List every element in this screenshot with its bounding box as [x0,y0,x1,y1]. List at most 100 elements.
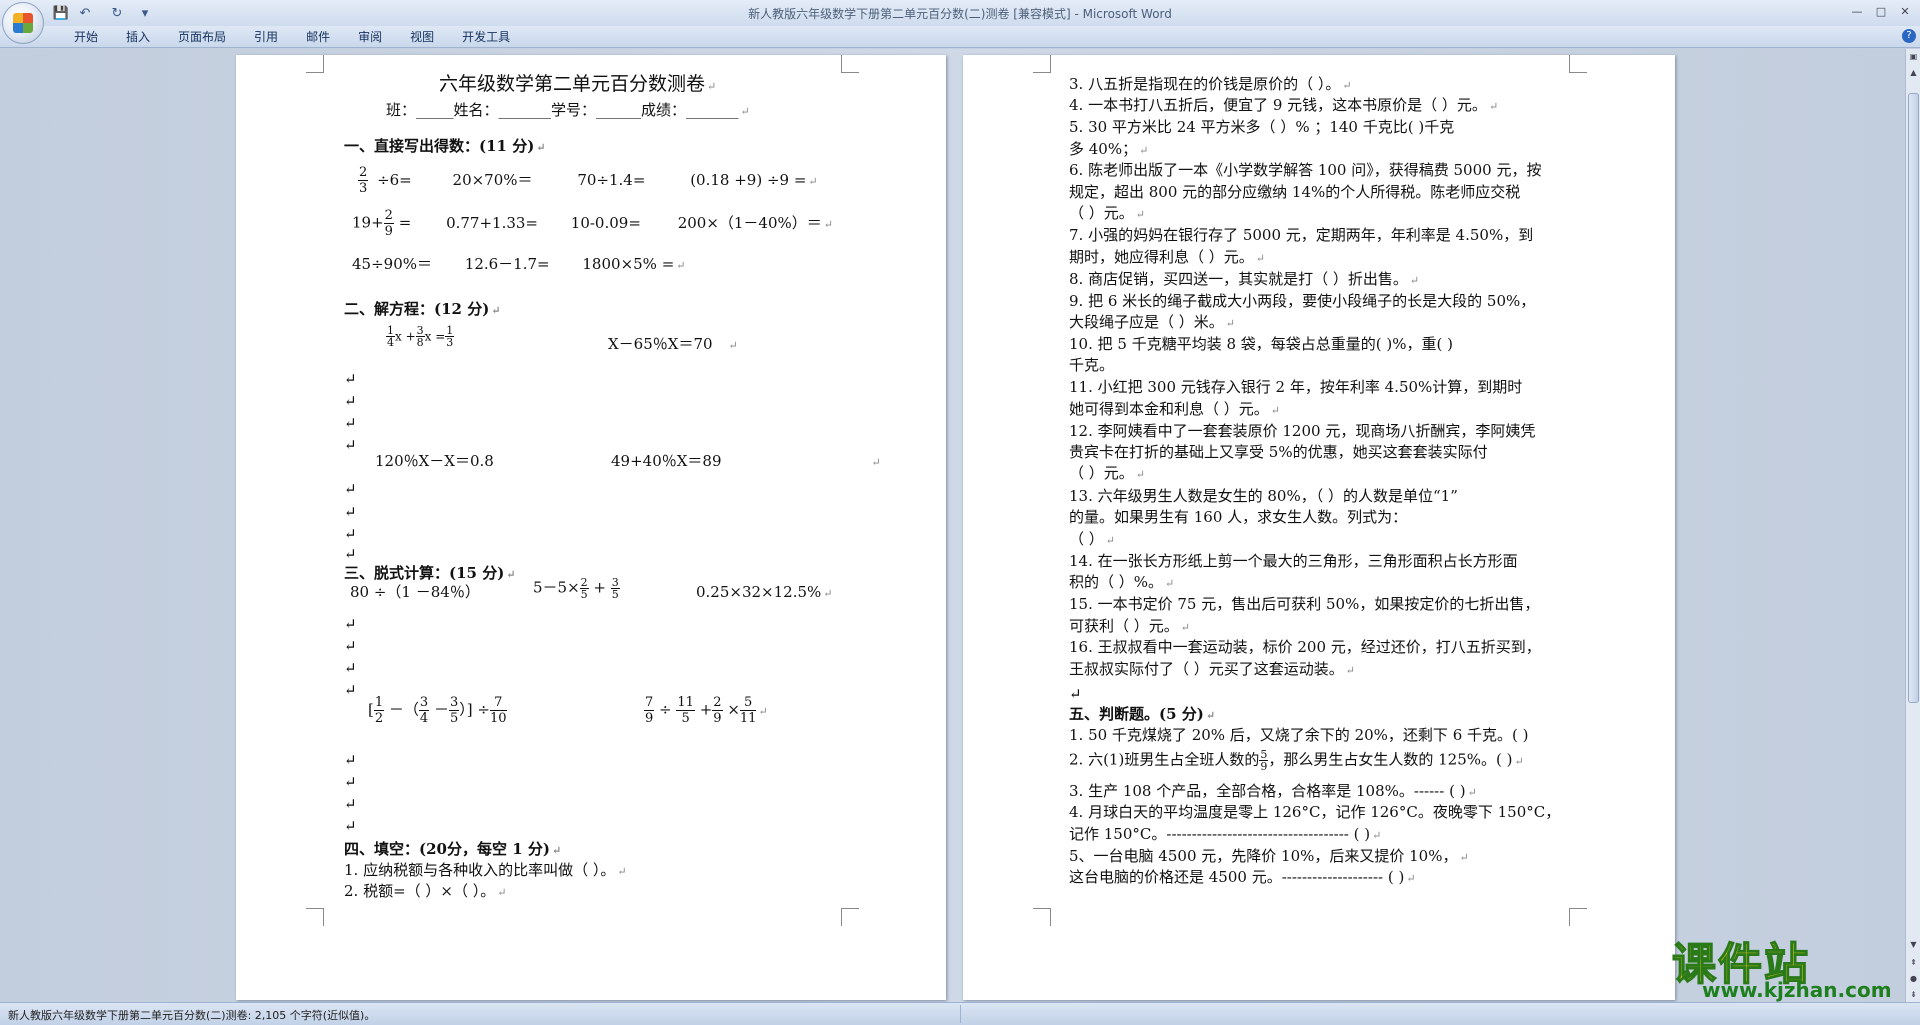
blank-line: ↵ [344,681,357,699]
document-page-2[interactable]: 3. 八五折是指现在的价钱是原价的（ ）。 ↵ 4. 一本书打八五折后，便宜了 9… [963,55,1675,1000]
blank-line: ↵ [344,659,357,677]
fill-question-line: 贵宾卡在打折的基础上又享受 5%的优惠，她买这套套装实际付 [1069,443,1488,461]
section-3-heading: 三、脱式计算：(15 分) ↵ [344,564,516,582]
equation-3: 120％X－X＝0.8 [375,452,494,470]
fill-question-line: 10. 把 5 千克糖平均装 8 袋，每袋占总重量的( )%，重( ) [1069,335,1453,353]
judge-question-4: 4. 月球白天的平均温度是零上 126°C，记作 126°C。夜晚零下 150°… [1069,803,1561,821]
fraction: 29 [383,208,394,239]
fraction: 29 [712,695,723,726]
fill-question-line: 13. 六年级男生人数是女生的 80%，（ ）的人数是单位“1” [1069,487,1458,505]
tab-page-layout[interactable]: 页面布局 [164,29,240,45]
status-text[interactable]: 新人教版六年级数学下册第二单元百分数(二)测卷: 2,105 个字符(近似值)。 [8,1007,375,1023]
next-page-icon[interactable]: ⇟ [1908,989,1919,1001]
fill-question-line: 规定，超出 800 元的部分应缴纳 14%的个人所得税。陈老师应交税 [1069,183,1521,201]
fraction: 23 [358,165,369,196]
tab-home[interactable]: 开始 [60,29,112,45]
blank-line: ↵ [344,525,357,543]
fraction: 79 [644,695,655,726]
fill-question-line: 12. 李阿姨看中了一套套装原价 1200 元，现商场八折酬宾，李阿姨凭 [1069,422,1536,440]
calc-row-2: 19+ 2 9 = 0.77+1.33= 10-0.09= 200×（1－40%）＝… [352,208,833,239]
blank-line: ↵ [344,773,357,791]
crop-mark [841,908,859,926]
equation-2: X－65％X＝70 ↵ [608,335,738,353]
crop-mark [1033,908,1051,926]
fill-question-line: 4. 一本书打八五折后，便宜了 9 元钱，这本书原价是（ ）元。 ↵ [1069,96,1499,114]
fill-question-2: 2. 税额=（ ）×（ ）。 ↵ [344,882,507,900]
site-watermark: 课件站 www.kjzhan.com [1671,928,1902,1002]
tab-references[interactable]: 引用 [240,29,292,45]
judge-question-2: 2. 六(1)班男生占全班人数的 5 9 ，那么男生占女生人数的 125%。( ) ↵ [1069,748,1524,773]
blank-line: ↵ [344,751,357,769]
document-workspace: 六年级数学第二单元百分数测卷 ↵ 班：_____姓名：_______学号：____… [0,49,1905,1002]
section-5-heading: 五、判断题。(5 分) ↵ [1069,705,1216,723]
ribbon-tabs: 开始 插入 页面布局 引用 邮件 审阅 视图 开发工具 [60,29,524,45]
crop-mark [1033,55,1051,73]
document-page-1[interactable]: 六年级数学第二单元百分数测卷 ↵ 班：_____姓名：_______学号：____… [236,55,946,1000]
fraction: 12 [373,695,385,726]
minimize-button[interactable]: — [1846,2,1868,20]
section-4-heading: 四、填空：(20分，每空 1 分) ↵ [344,840,562,858]
fill-question-line: 11. 小红把 300 元钱存入银行 2 年，按年利率 4.50%计算，到期时 [1069,378,1523,396]
tab-insert[interactable]: 插入 [112,29,164,45]
expression-3: 0.25×32×12.5% ↵ [696,583,833,601]
fill-question-line: 3. 八五折是指现在的价钱是原价的（ ）。 ↵ [1069,75,1352,93]
fill-question-line: 可获利（ ）元。 ↵ [1069,617,1190,635]
calc-row-1: 23 ÷6= 20×70%＝ 70÷1.4= (0.18 +9) ÷9 = ↵ [358,165,818,196]
tab-review[interactable]: 审阅 [344,29,396,45]
status-bar: 新人教版六年级数学下册第二单元百分数(二)测卷: 2,105 个字符(近似值)。 [0,1002,1920,1025]
expression-4: [1 2 －（ 3 4 － 3 5）] ÷ 7 10 [368,695,507,726]
fraction: 35 [610,576,620,601]
page-title: 六年级数学第二单元百分数测卷 ↵ [439,73,717,95]
help-icon[interactable]: ? [1902,29,1916,43]
fill-question-line: 15. 一本书定价 75 元，售出后可获利 50%，如果按定价的七折出售， [1069,595,1540,613]
close-button[interactable]: ✕ [1894,2,1916,20]
fill-question-1: 1. 应纳税额与各种收入的比率叫做（ ）。 ↵ [344,861,627,879]
calc-row-3: 45÷90%＝ 12.6－1.7= 1800×5% = ↵ [352,255,686,273]
judge-question-3: 3. 生产 108 个产品，全部合格，合格率是 108%。------ ( ) ↵ [1069,782,1477,800]
scrollbar-thumb[interactable] [1908,93,1919,703]
blank-line: ↵ [1069,685,1082,703]
fill-question-line: 14. 在一张长方形纸上剪一个最大的三角形，三角形面积占长方形面 [1069,552,1518,570]
vertical-scrollbar[interactable]: ▣ ▲ ▼ ⇞ ● ⇟ [1905,49,1920,1002]
expression-2: 5－5× 2 5 + 35 [533,576,620,601]
fraction: 11 5 [676,695,695,726]
office-button[interactable] [2,2,44,44]
ribbon: 开始 插入 页面布局 引用 邮件 审阅 视图 开发工具 ? [0,26,1920,48]
judge-question-1: 1. 50 千克煤烧了 20% 后，又烧了余下的 20%，还剩下 6 千克。( … [1069,726,1529,744]
fraction: 14 [386,324,395,349]
fill-question-line: （ ）元。 ↵ [1069,464,1145,482]
fraction: 13 [445,324,455,349]
fill-question-line: 的量。如果男生有 160 人，求女生人数。列式为： [1069,508,1408,526]
tab-view[interactable]: 视图 [396,29,448,45]
browse-object-icon[interactable]: ● [1908,973,1919,985]
tab-developer[interactable]: 开发工具 [448,29,524,45]
status-divider [960,1005,961,1023]
ruler-toggle-icon[interactable]: ▣ [1908,51,1919,63]
fill-question-line: 9. 把 6 米长的绳子截成大小两段，要使小段绳子的长是大段的 50%， [1069,292,1536,310]
fill-question-line: 期时，她应得利息（ ）元。 ↵ [1069,248,1265,266]
section-2-heading: 二、解方程：(12 分) ↵ [344,300,501,318]
title-bar: 💾 ↶ ↻ ▾ 新人教版六年级数学下册第二单元百分数(二)测卷 [兼容模式] -… [0,0,1920,26]
previous-page-icon[interactable]: ⇞ [1908,957,1919,969]
maximize-button[interactable]: □ [1870,2,1892,20]
tab-mailings[interactable]: 邮件 [292,29,344,45]
blank-line: ↵ [344,503,357,521]
crop-mark [1569,908,1587,926]
blank-line: ↵ [344,370,357,388]
scroll-up-icon[interactable]: ▲ [1908,67,1919,79]
fill-question-line: 大段绳子应是（ ）米。 ↵ [1069,313,1235,331]
blank-line: ↵ [344,637,357,655]
fill-question-line: 5. 30 平方米比 24 平方米多（ ）% ；140 千克比( )千克 [1069,118,1455,136]
blank-line: ↵ [344,817,357,835]
blank-line: ↵ [344,545,357,563]
crop-mark [306,908,324,926]
judge-question-5: 5、一台电脑 4500 元，先降价 10%，后来又提价 10%， ↵ [1069,847,1469,865]
fill-question-line: （ ） ↵ [1069,530,1115,548]
judge-question-4-cont: 记作 150°C。-------------------------------… [1069,825,1382,843]
fill-question-line: 6. 陈老师出版了一本《小学数学解答 100 问》，获得稿费 5000 元，按 [1069,161,1542,179]
crop-mark [306,55,324,73]
fill-question-line: 她可得到本金和利息（ ）元。 ↵ [1069,400,1280,418]
scroll-down-icon[interactable]: ▼ [1908,939,1919,951]
fill-question-line: 8. 商店促销，买四送一，其实就是打（ ）折出售。 ↵ [1069,270,1420,288]
equation-1: 14x +3 8 x = 1 3 [386,324,455,349]
